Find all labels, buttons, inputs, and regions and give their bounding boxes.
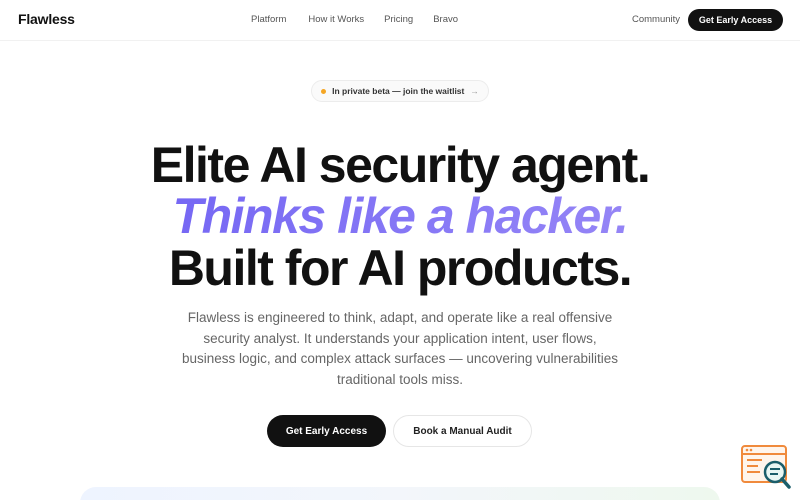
nav-link-pricing[interactable]: Pricing	[384, 14, 413, 25]
nav-links: Platform How it Works Pricing Bravo	[251, 14, 458, 25]
nav-link-bravo[interactable]: Bravo	[433, 14, 458, 25]
nav-bar: Flawless Platform How it Works Pricing B…	[0, 0, 800, 40]
hero-title-line-3: Built for AI products.	[168, 240, 633, 296]
nav-get-early-access-button[interactable]: Get Early Access	[688, 9, 783, 31]
beta-announcement-pill[interactable]: In private beta — join the waitlist →	[311, 80, 489, 102]
hero-subtitle: Flawless is engineered to think, adapt, …	[182, 310, 618, 387]
hero-title-line-2: Thinks like a hacker.	[0, 191, 800, 241]
product-preview-card	[80, 487, 720, 500]
nav-divider	[0, 40, 800, 41]
book-manual-audit-button[interactable]: Book a Manual Audit	[393, 415, 532, 447]
status-dot-icon	[321, 88, 327, 94]
nav-link-community[interactable]: Community	[632, 14, 680, 25]
hero-title-line-1: Elite AI security agent.	[150, 137, 651, 193]
arrow-right-icon: →	[470, 86, 479, 96]
nav-link-platform[interactable]: Platform	[251, 14, 286, 25]
nav-link-how-it-works[interactable]: How it Works	[308, 14, 364, 25]
get-early-access-button[interactable]: Get Early Access	[267, 415, 386, 447]
brand-logo[interactable]: Flawless	[18, 11, 75, 27]
code-search-icon-graphic	[741, 445, 791, 489]
code-search-icon[interactable]	[740, 444, 792, 490]
beta-announcement-text: In private beta — join the waitlist	[332, 86, 465, 96]
